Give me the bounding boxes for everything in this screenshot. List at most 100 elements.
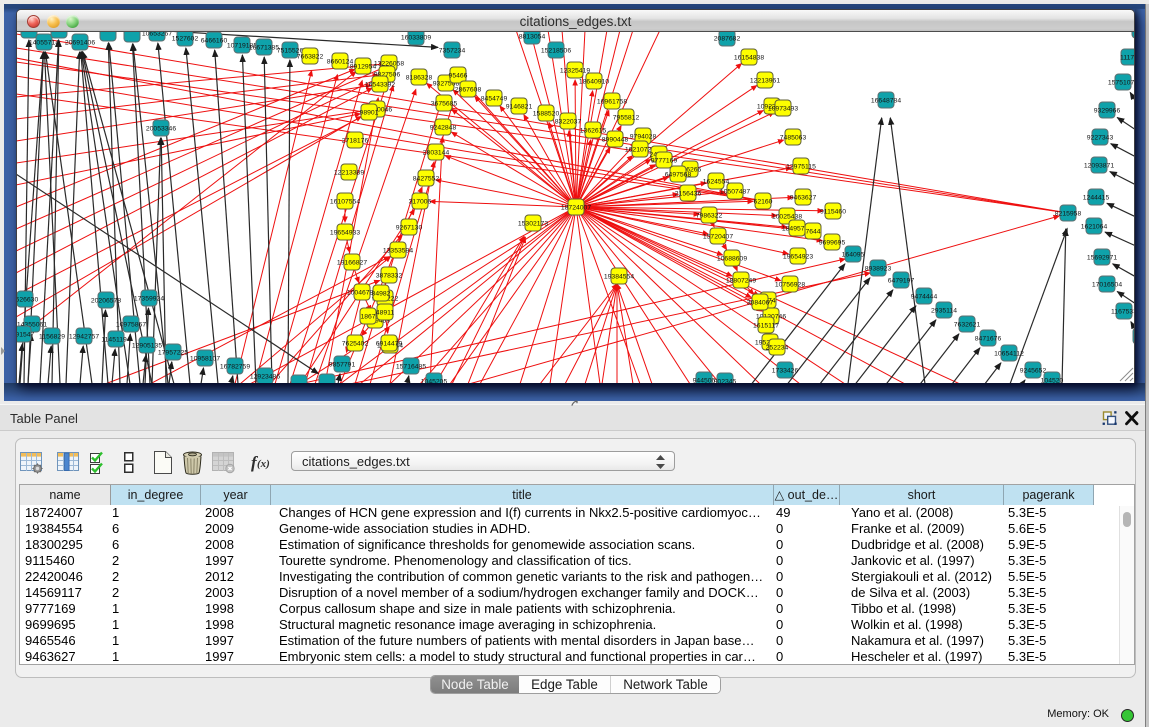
svg-text:8938923: 8938923 bbox=[865, 266, 892, 273]
svg-text:1156829: 1156829 bbox=[39, 334, 65, 341]
svg-text:1733426: 1733426 bbox=[772, 368, 799, 375]
svg-text:16961758: 16961758 bbox=[597, 99, 627, 106]
svg-text:12213389: 12213389 bbox=[334, 170, 364, 177]
svg-text:16782759: 16782759 bbox=[220, 364, 250, 371]
svg-text:2156436: 2156436 bbox=[675, 191, 702, 198]
svg-text:11175: 11175 bbox=[1120, 55, 1134, 62]
svg-text:7986322: 7986322 bbox=[696, 213, 723, 220]
svg-text:48911: 48911 bbox=[376, 310, 395, 317]
svg-text:1588520: 1588520 bbox=[533, 111, 560, 118]
svg-text:944506: 944506 bbox=[693, 378, 716, 384]
svg-text:(x): (x) bbox=[257, 458, 270, 470]
svg-text:1045205: 1045205 bbox=[421, 379, 448, 384]
svg-text:9242848: 9242848 bbox=[430, 125, 457, 132]
svg-text:6466160: 6466160 bbox=[201, 38, 228, 45]
svg-text:7632621: 7632621 bbox=[954, 322, 981, 329]
svg-text:62160: 62160 bbox=[754, 199, 773, 206]
svg-text:16033809: 16033809 bbox=[401, 35, 431, 42]
svg-text:6914479: 6914479 bbox=[376, 341, 403, 348]
svg-text:9463627: 9463627 bbox=[790, 195, 817, 202]
svg-text:104520: 104520 bbox=[1041, 378, 1064, 384]
svg-text:9794028: 9794028 bbox=[630, 134, 657, 141]
svg-text:16154838: 16154838 bbox=[734, 55, 764, 62]
svg-text:8471676: 8471676 bbox=[975, 336, 1002, 343]
svg-text:164095: 164095 bbox=[842, 252, 865, 259]
svg-text:19384554: 19384554 bbox=[604, 274, 634, 281]
svg-text:3675685: 3675685 bbox=[431, 101, 458, 108]
svg-text:6497568: 6497568 bbox=[665, 172, 692, 179]
svg-text:391547: 391547 bbox=[17, 332, 35, 339]
svg-text:18807249: 18807249 bbox=[726, 278, 756, 285]
svg-text:252234: 252234 bbox=[766, 345, 789, 352]
svg-text:12975115: 12975115 bbox=[786, 164, 816, 171]
svg-text:7644: 7644 bbox=[805, 229, 820, 236]
svg-text:8912954: 8912954 bbox=[350, 64, 377, 71]
svg-text:12325419: 12325419 bbox=[560, 68, 590, 75]
svg-text:7955812: 7955812 bbox=[613, 115, 640, 122]
svg-text:3084067: 3084067 bbox=[747, 300, 774, 307]
svg-text:16107554: 16107554 bbox=[330, 199, 360, 206]
svg-text:9329966: 9329966 bbox=[1094, 108, 1121, 115]
svg-text:84982: 84982 bbox=[372, 291, 391, 298]
svg-text:98901: 98901 bbox=[360, 110, 379, 117]
svg-text:17957225: 17957225 bbox=[158, 350, 188, 357]
svg-text:10507487: 10507487 bbox=[720, 189, 750, 196]
svg-text:1527602: 1527602 bbox=[172, 36, 199, 43]
svg-text:9245652: 9245652 bbox=[1020, 368, 1047, 375]
svg-text:1624554: 1624554 bbox=[703, 179, 730, 186]
svg-text:317006: 317006 bbox=[409, 199, 432, 206]
svg-text:10975867: 10975867 bbox=[116, 322, 146, 329]
svg-text:10973493: 10973493 bbox=[768, 106, 798, 113]
svg-text:14055714: 14055714 bbox=[29, 40, 59, 47]
svg-text:2935114: 2935114 bbox=[931, 308, 957, 315]
svg-text:12923486: 12923486 bbox=[250, 374, 280, 381]
svg-text:7357234: 7357234 bbox=[439, 48, 466, 55]
svg-text:12213961: 12213961 bbox=[750, 78, 780, 85]
svg-text:18724007: 18724007 bbox=[561, 205, 591, 212]
svg-text:12905135: 12905135 bbox=[132, 343, 162, 350]
svg-text:9115460: 9115460 bbox=[820, 209, 846, 216]
svg-text:7485063: 7485063 bbox=[780, 135, 807, 142]
svg-text:1867: 1867 bbox=[360, 314, 375, 321]
svg-text:15218506: 15218506 bbox=[541, 48, 571, 55]
svg-text:20206578: 20206578 bbox=[91, 298, 121, 305]
svg-text:10688609: 10688609 bbox=[717, 256, 747, 263]
svg-text:9699695: 9699695 bbox=[819, 240, 846, 247]
svg-text:19654923: 19654923 bbox=[783, 254, 813, 261]
svg-text:7625402: 7625402 bbox=[342, 341, 369, 348]
svg-text:7663822: 7663822 bbox=[297, 54, 324, 61]
svg-text:19654933: 19654933 bbox=[330, 230, 360, 237]
svg-text:1621064: 1621064 bbox=[1081, 224, 1108, 231]
svg-text:15751074: 15751074 bbox=[1108, 80, 1134, 87]
svg-text:8322037: 8322037 bbox=[555, 119, 582, 126]
svg-text:2718176: 2718176 bbox=[342, 138, 369, 145]
svg-text:1244415: 1244415 bbox=[1083, 195, 1110, 202]
svg-text:16671385: 16671385 bbox=[249, 45, 279, 52]
svg-text:2626630: 2626630 bbox=[17, 297, 38, 304]
svg-text:9146821: 9146821 bbox=[506, 104, 533, 111]
svg-text:10756928: 10756928 bbox=[775, 282, 805, 289]
svg-text:8990448: 8990448 bbox=[602, 137, 629, 144]
svg-text:1362615: 1362615 bbox=[580, 128, 607, 135]
svg-text:19166827: 19166827 bbox=[337, 260, 367, 267]
svg-text:8186328: 8186328 bbox=[406, 75, 433, 82]
svg-text:15716485: 15716485 bbox=[396, 364, 426, 371]
svg-text:17359924: 17359924 bbox=[134, 296, 164, 303]
svg-text:2803144: 2803144 bbox=[423, 150, 450, 157]
svg-text:6479197: 6479197 bbox=[888, 278, 915, 285]
svg-text:20691406: 20691406 bbox=[65, 40, 95, 47]
svg-text:16648784: 16648784 bbox=[871, 98, 901, 105]
svg-text:10653267: 10653267 bbox=[142, 32, 172, 38]
svg-text:9777169: 9777169 bbox=[651, 158, 678, 165]
svg-text:95466: 95466 bbox=[449, 73, 468, 80]
svg-text:8215958: 8215958 bbox=[1055, 211, 1082, 218]
svg-text:2087682: 2087682 bbox=[714, 36, 741, 43]
svg-text:8813054: 8813054 bbox=[519, 34, 546, 41]
svg-text:16543392: 16543392 bbox=[365, 82, 395, 89]
svg-text:15720407: 15720407 bbox=[703, 234, 733, 241]
svg-text:1615117: 1615117 bbox=[753, 323, 779, 330]
svg-text:11451194: 11451194 bbox=[101, 337, 130, 344]
svg-text:10025438: 10025438 bbox=[772, 214, 802, 221]
svg-text:10654112: 10654112 bbox=[994, 351, 1024, 358]
svg-text:20053346: 20053346 bbox=[146, 126, 176, 133]
